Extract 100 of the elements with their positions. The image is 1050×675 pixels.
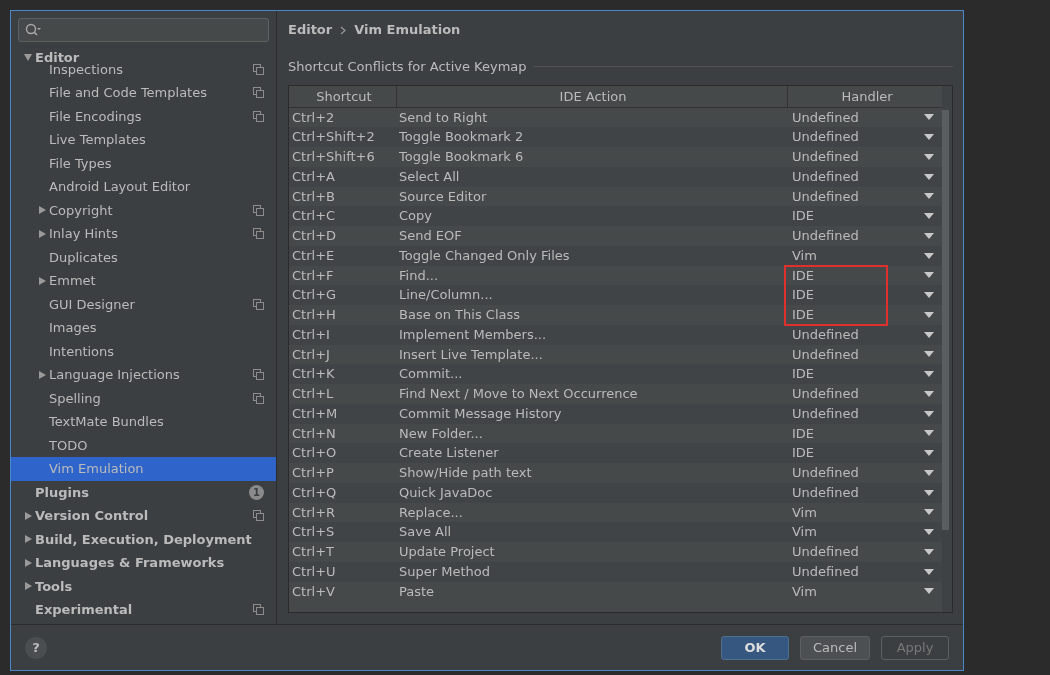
tree-item[interactable]: File Types bbox=[11, 151, 276, 175]
tree-item[interactable]: Intentions bbox=[11, 339, 276, 363]
tree-item[interactable]: Language Injections bbox=[11, 363, 276, 387]
dropdown-arrow-icon bbox=[924, 134, 934, 141]
table-cell-text: Source Editor bbox=[398, 187, 488, 206]
table-cell-text: Ctrl+H bbox=[291, 306, 337, 325]
table-cell-text: Save All bbox=[398, 523, 453, 542]
tree-item[interactable]: Plugins 1 bbox=[11, 480, 276, 504]
column-header: IDE Action bbox=[397, 85, 788, 107]
handler-dropdown[interactable]: Undefined bbox=[792, 127, 859, 147]
handler-dropdown[interactable]: Undefined bbox=[792, 107, 859, 128]
ok-button[interactable]: OK bbox=[720, 635, 789, 660]
handler-dropdown[interactable]: Undefined bbox=[792, 403, 859, 424]
table-cell-text: Paste bbox=[398, 582, 436, 601]
dropdown-arrow-icon bbox=[924, 153, 934, 160]
dropdown-arrow-icon bbox=[924, 371, 934, 378]
table-cell-text: Ctrl+P bbox=[291, 464, 335, 483]
tree-item[interactable]: Copyright bbox=[11, 198, 276, 222]
handler-dropdown[interactable]: Vim bbox=[792, 502, 817, 523]
table-cell-text: Replace... bbox=[398, 503, 464, 522]
expand-arrow-icon bbox=[23, 557, 33, 568]
dropdown-arrow-icon bbox=[924, 548, 934, 555]
table-cell-text: Toggle Bookmark 6 bbox=[398, 148, 525, 167]
table-cell-text: Ctrl+A bbox=[291, 167, 336, 186]
table-cell-text: Find Next / Move to Next Occurrence bbox=[398, 385, 639, 404]
tree-item[interactable]: Inlay Hints bbox=[11, 222, 276, 246]
handler-dropdown[interactable]: IDE bbox=[792, 305, 815, 325]
column-header: Shortcut bbox=[289, 85, 397, 107]
tree-item[interactable]: Duplicates bbox=[11, 245, 276, 269]
table-cell-text: Ctrl+D bbox=[291, 227, 338, 246]
dropdown-arrow-icon bbox=[924, 568, 934, 575]
table-cell-text: Ctrl+T bbox=[291, 543, 335, 562]
table-cell-text: New Folder... bbox=[398, 424, 484, 443]
table-cell-text: Commit... bbox=[398, 365, 464, 384]
dropdown-arrow-icon bbox=[924, 213, 934, 220]
handler-dropdown[interactable]: Undefined bbox=[792, 561, 859, 582]
tree-item[interactable]: Tools bbox=[11, 574, 276, 598]
table-cell-text: Create Listener bbox=[398, 444, 500, 463]
handler-dropdown[interactable]: Undefined bbox=[792, 166, 859, 187]
tree-item[interactable]: File Encodings bbox=[11, 104, 276, 128]
count-badge: 1 bbox=[249, 484, 264, 500]
tree-item[interactable]: Vim Emulation bbox=[11, 457, 276, 481]
handler-dropdown[interactable]: Undefined bbox=[792, 463, 859, 483]
breadcrumb-item: Editor bbox=[288, 21, 333, 40]
tree-item[interactable]: Emmet bbox=[11, 269, 276, 293]
handler-dropdown[interactable]: Undefined bbox=[792, 384, 859, 404]
handler-dropdown[interactable]: Vim bbox=[792, 245, 817, 266]
tree-item[interactable]: Images bbox=[11, 316, 276, 340]
handler-dropdown[interactable]: Undefined bbox=[792, 186, 859, 207]
handler-dropdown[interactable]: IDE bbox=[792, 443, 815, 463]
handler-dropdown[interactable]: Vim bbox=[792, 581, 817, 602]
tree-item[interactable]: Version Control bbox=[11, 504, 276, 528]
dropdown-arrow-icon bbox=[924, 331, 934, 338]
expand-arrow-icon bbox=[37, 205, 47, 216]
scrollbar-thumb[interactable] bbox=[942, 109, 949, 530]
table-cell-text: Ctrl+2 bbox=[291, 108, 336, 127]
dropdown-arrow-icon bbox=[924, 489, 934, 496]
table-cell-text: Insert Live Template... bbox=[398, 345, 544, 364]
table-cell-text: Ctrl+C bbox=[291, 207, 337, 226]
breadcrumb-item: Vim Emulation bbox=[354, 21, 461, 40]
help-button[interactable]: ? bbox=[25, 636, 47, 659]
dropdown-arrow-icon bbox=[924, 410, 934, 417]
table-cell-text: Base on This Class bbox=[398, 306, 521, 325]
handler-dropdown[interactable]: IDE bbox=[792, 285, 815, 305]
tree-item[interactable]: Spelling bbox=[11, 386, 276, 410]
tree-item[interactable]: Build, Execution, Deployment bbox=[11, 527, 276, 551]
table-cell-text: Copy bbox=[398, 207, 433, 226]
table-cell-text: Find... bbox=[398, 266, 440, 285]
handler-dropdown[interactable]: IDE bbox=[792, 206, 815, 226]
dropdown-arrow-icon bbox=[924, 529, 934, 536]
handler-dropdown[interactable]: Undefined bbox=[792, 147, 859, 167]
table-cell-text: Ctrl+O bbox=[291, 444, 338, 463]
handler-dropdown[interactable]: Undefined bbox=[792, 324, 859, 345]
tree-item[interactable]: Experimental bbox=[11, 598, 276, 622]
dropdown-arrow-icon bbox=[924, 509, 934, 516]
tree-item[interactable]: GUI Designer bbox=[11, 292, 276, 316]
search-field[interactable] bbox=[18, 18, 269, 42]
tree-item[interactable]: Languages & Frameworks bbox=[11, 551, 276, 575]
tree-item[interactable]: TODO bbox=[11, 433, 276, 457]
tree-item[interactable]: File and Code Templates bbox=[11, 81, 276, 105]
table-cell-text: Commit Message History bbox=[398, 404, 563, 423]
handler-dropdown[interactable]: IDE bbox=[792, 423, 815, 444]
table-cell-text: Ctrl+B bbox=[291, 187, 336, 206]
table-cell-text: Ctrl+L bbox=[291, 385, 335, 404]
table-cell-text: Ctrl+G bbox=[291, 286, 338, 305]
tree-item[interactable]: TextMate Bundles bbox=[11, 410, 276, 434]
table-cell-text: Ctrl+U bbox=[291, 562, 337, 581]
cancel-button[interactable]: Cancel bbox=[799, 635, 870, 660]
handler-dropdown[interactable]: Vim bbox=[792, 522, 817, 542]
handler-dropdown[interactable]: Undefined bbox=[792, 482, 859, 503]
handler-dropdown[interactable]: IDE bbox=[792, 364, 815, 384]
dropdown-arrow-icon bbox=[924, 193, 934, 200]
tree-item[interactable]: Android Layout Editor bbox=[11, 175, 276, 199]
table-cell-text: Ctrl+N bbox=[291, 424, 337, 443]
chevron-icon bbox=[340, 25, 347, 35]
handler-dropdown[interactable]: Undefined bbox=[792, 344, 859, 365]
tree-item[interactable]: Live Templates bbox=[11, 128, 276, 152]
handler-dropdown[interactable]: Undefined bbox=[792, 542, 859, 562]
expand-arrow-icon bbox=[23, 534, 33, 545]
handler-dropdown[interactable]: Undefined bbox=[792, 226, 859, 246]
